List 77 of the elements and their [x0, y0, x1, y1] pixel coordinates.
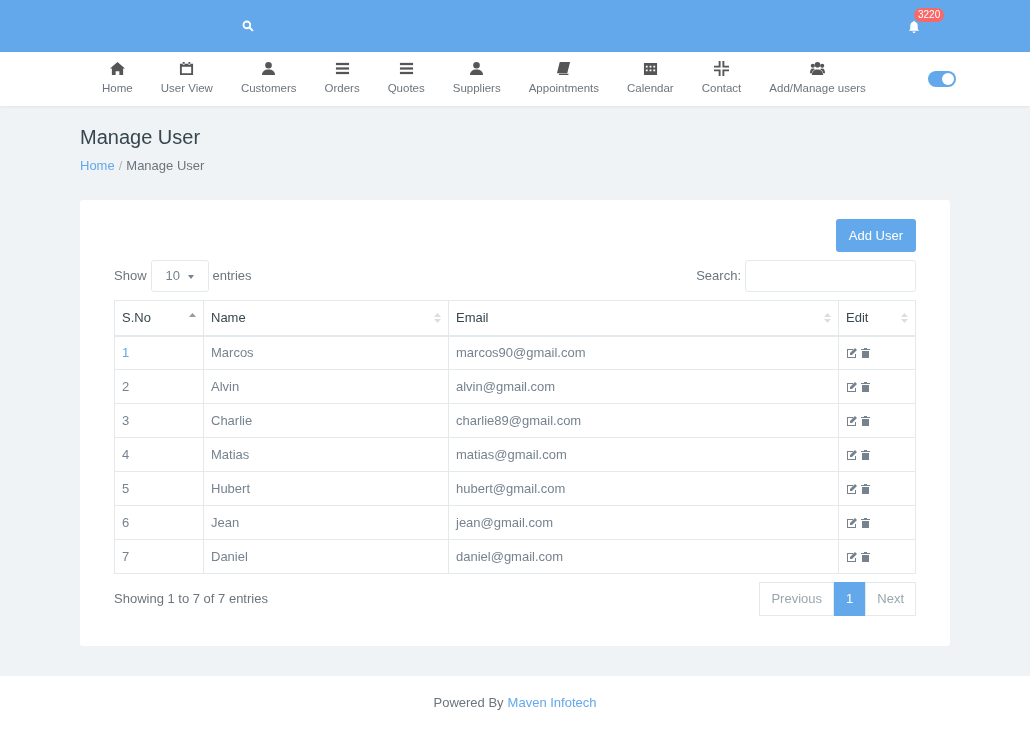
table-cell: charlie89@gmail.com — [448, 403, 839, 438]
table-cell: 5 — [114, 471, 204, 506]
breadcrumb-separator: / — [118, 157, 123, 175]
nav-item[interactable]: Quotes — [379, 60, 433, 98]
theme-toggle[interactable] — [927, 71, 956, 87]
entries-label: entries — [212, 267, 252, 286]
search-field[interactable] — [745, 260, 916, 292]
table-cell: Hubert — [203, 471, 449, 506]
trash-icon[interactable] — [861, 449, 870, 460]
nav-item[interactable]: Customers — [232, 60, 305, 98]
table-cell: hubert@gmail.com — [448, 471, 839, 506]
table-cell: 4 — [114, 437, 204, 472]
table-cell: Marcos — [203, 335, 449, 370]
table-cell: 2 — [114, 369, 204, 404]
trash-icon[interactable] — [861, 347, 870, 358]
table-cell: Jean — [203, 505, 449, 540]
nav-item[interactable]: Home — [94, 60, 141, 98]
nav-item[interactable]: User View — [152, 60, 221, 98]
trash-icon[interactable] — [861, 381, 870, 392]
nav-item[interactable]: Orders — [316, 60, 368, 98]
table-cell: 3 — [114, 403, 204, 438]
caret-icon — [187, 274, 194, 279]
table-cell: marcos90@gmail.com — [448, 335, 839, 370]
trash-icon[interactable] — [861, 415, 870, 426]
table-cell: alvin@gmail.com — [448, 369, 839, 404]
edit-icon[interactable] — [846, 381, 857, 392]
footer-text: Powered By — [433, 693, 504, 712]
edit-icon[interactable] — [846, 483, 857, 494]
search-icon[interactable] — [242, 20, 254, 32]
table-cell: 1 — [114, 335, 204, 370]
table-cell: Daniel — [203, 539, 449, 574]
column-header[interactable]: Edit — [838, 300, 916, 336]
table-info: Showing 1 to 7 of 7 entries — [114, 590, 268, 608]
edit-icon[interactable] — [846, 449, 857, 460]
book-icon — [556, 60, 572, 76]
edit-icon[interactable] — [846, 551, 857, 562]
edit-icon[interactable] — [846, 415, 857, 426]
trash-icon[interactable] — [861, 517, 870, 528]
bell-icon[interactable] — [908, 20, 920, 33]
column-header[interactable]: Name — [203, 300, 449, 336]
table-cell: Charlie — [203, 403, 449, 438]
calendar-grid-icon — [642, 60, 658, 76]
trash-icon[interactable] — [861, 483, 870, 494]
page-title: Manage User — [80, 125, 202, 150]
nav-item[interactable]: Suppliers — [444, 60, 509, 98]
add-user-button[interactable]: Add User — [835, 218, 916, 252]
table-cell: 7 — [114, 539, 204, 574]
table-cell: daniel@gmail.com — [448, 539, 839, 574]
entries-select[interactable]: 10 — [150, 260, 209, 292]
edit-icon[interactable] — [846, 517, 857, 528]
group-icon — [810, 60, 826, 76]
table-cell: matias@gmail.com — [448, 437, 839, 472]
table-cell: Alvin — [203, 369, 449, 404]
nav-item[interactable]: Calendar — [619, 60, 682, 98]
column-header[interactable]: S.No — [114, 300, 204, 336]
bars-icon — [334, 60, 350, 76]
footer-link[interactable]: Maven Infotech — [507, 692, 597, 713]
bars-icon — [398, 60, 414, 76]
edit-icon[interactable] — [846, 347, 857, 358]
table-cell: Matias — [203, 437, 449, 472]
home-icon — [109, 60, 125, 76]
search-label: Search: — [696, 267, 741, 286]
page-link[interactable]: 1 — [834, 582, 866, 616]
person-icon — [469, 60, 485, 76]
nav-item[interactable]: Contact — [693, 60, 750, 98]
nav-item[interactable]: Add/Manage users — [761, 60, 874, 98]
table-cell: jean@gmail.com — [448, 505, 839, 540]
show-label: Show — [114, 267, 147, 286]
calendar-icon — [179, 60, 195, 76]
column-header[interactable]: Email — [448, 300, 839, 336]
notification-count: 3220 — [914, 8, 945, 23]
breadcrumb-item: Manage User — [126, 157, 205, 175]
person-icon — [261, 60, 277, 76]
compress-icon — [714, 60, 729, 76]
nav-item[interactable]: Appointments — [520, 60, 607, 98]
table-cell: 6 — [114, 505, 204, 540]
trash-icon[interactable] — [861, 551, 870, 562]
